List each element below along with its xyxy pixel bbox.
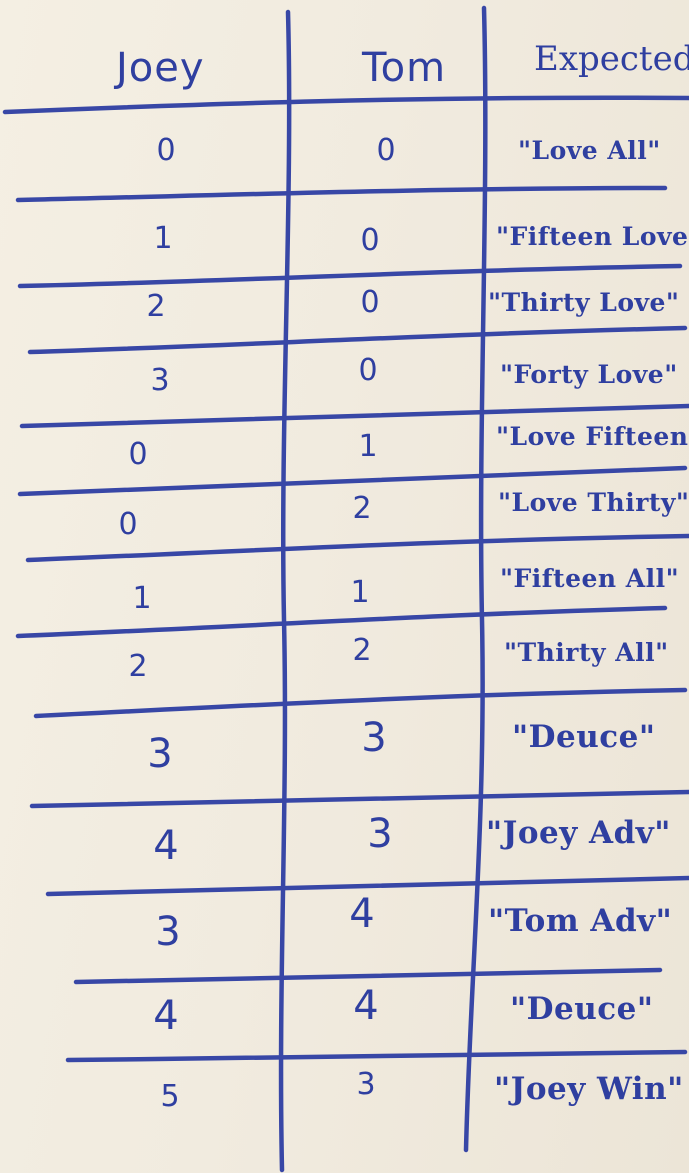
joey-score-row-4: 3 (150, 363, 170, 398)
expected-row-12: "Deuce" (510, 991, 654, 1027)
row-line-header (2, 95, 689, 115)
expected-row-2: "Fifteen Love" (496, 222, 689, 251)
joey-score-row-10: 4 (153, 823, 179, 869)
joey-score-row-2: 1 (153, 221, 173, 256)
tom-score-row-2: 0 (360, 223, 380, 258)
header-tom: Tom (362, 45, 447, 91)
tom-score-row-4: 0 (358, 353, 378, 388)
header-joey: Joey (116, 45, 205, 91)
score-table-sheet: Joey Tom Expected 0 0 "Love All" 1 0 "Fi… (0, 0, 689, 1173)
row-line-2 (17, 263, 683, 289)
expected-row-10: "Joey Adv" (486, 815, 671, 851)
tom-score-row-12: 4 (353, 983, 379, 1029)
joey-score-row-3: 2 (146, 289, 166, 324)
joey-score-row-5: 0 (128, 437, 148, 472)
tom-score-row-9: 3 (361, 715, 387, 761)
tom-score-row-6: 2 (352, 491, 372, 526)
joey-score-row-6: 0 (118, 507, 138, 542)
expected-row-11: "Tom Adv" (488, 903, 673, 939)
joey-score-row-11: 3 (155, 909, 181, 955)
joey-score-row-13: 5 (160, 1079, 180, 1114)
tom-score-row-13: 3 (356, 1067, 376, 1102)
tom-score-row-1: 0 (376, 133, 396, 168)
row-line-9 (29, 789, 689, 809)
tom-score-row-11: 4 (349, 891, 375, 937)
expected-row-7: "Fifteen All" (500, 564, 680, 593)
expected-row-1: "Love All" (518, 136, 661, 165)
joey-score-row-8: 2 (128, 649, 148, 684)
tom-score-row-10: 3 (367, 811, 393, 857)
joey-score-row-9: 3 (147, 731, 173, 777)
expected-row-4: "Forty Love" (500, 360, 678, 389)
expected-row-9: "Deuce" (512, 719, 656, 755)
joey-score-row-1: 0 (156, 133, 176, 168)
tom-score-row-5: 1 (358, 429, 378, 464)
joey-score-row-12: 4 (153, 993, 179, 1039)
tom-score-row-8: 2 (352, 633, 372, 668)
tom-score-row-3: 0 (360, 285, 380, 320)
row-line-11 (73, 967, 663, 985)
row-line-7 (15, 605, 668, 639)
row-line-3 (27, 325, 688, 355)
joey-score-row-7: 1 (132, 581, 152, 616)
expected-row-6: "Love Thirty" (498, 488, 689, 517)
column-divider-left (278, 9, 292, 1173)
row-line-8 (33, 687, 688, 719)
column-divider-right (463, 5, 488, 1153)
header-expected: Expected (534, 39, 689, 79)
expected-row-13: "Joey Win" (494, 1071, 684, 1107)
row-line-1 (15, 185, 668, 203)
expected-row-3: "Thirty Love" (488, 288, 680, 317)
row-line-12 (65, 1049, 688, 1063)
expected-row-8: "Thirty All" (504, 638, 669, 667)
expected-row-5: "Love Fifteen" (496, 422, 689, 451)
tom-score-row-7: 1 (350, 575, 370, 610)
